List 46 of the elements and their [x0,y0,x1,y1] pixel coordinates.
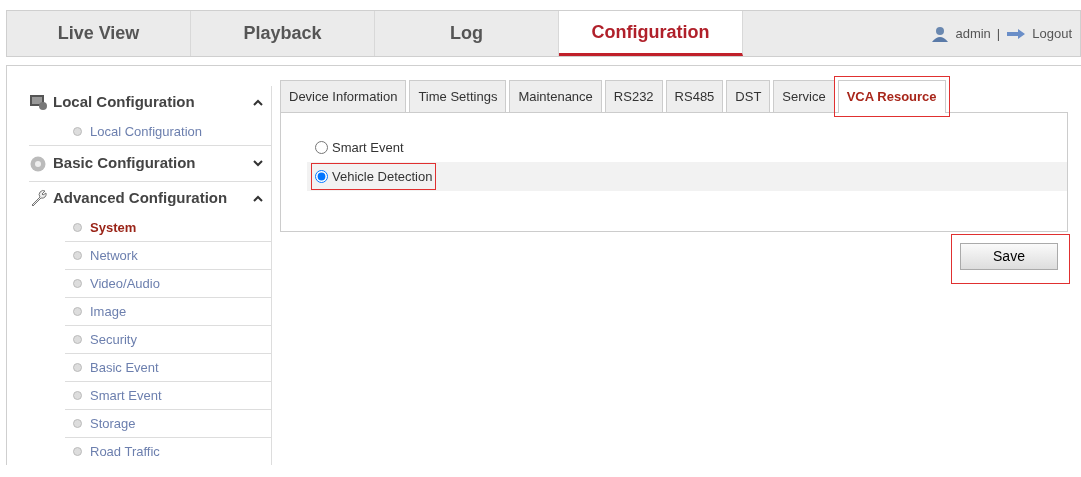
tab[interactable]: RS232 [604,80,663,112]
wrench-icon [29,189,47,207]
gear-icon [29,154,47,173]
save-button[interactable]: Save [960,243,1058,270]
bullet-icon [73,251,82,260]
tab[interactable]: Maintenance [509,80,602,112]
nav-tab[interactable]: Playback [191,11,375,56]
tab[interactable]: Device Information [280,80,407,112]
tab[interactable]: RS485 [665,80,724,112]
logout-link[interactable]: Logout [1032,23,1072,44]
group-title[interactable]: Basic Configuration [53,152,247,175]
sidebar-item[interactable]: Storage [90,413,136,434]
nav-tab[interactable]: Live View [7,11,191,56]
separator: | [996,24,1001,43]
group-title[interactable]: Local Configuration [53,90,247,114]
username: admin [955,24,991,43]
nav-tab[interactable]: Configuration [559,11,743,56]
radio-option[interactable]: Vehicle Detection [315,166,433,187]
bullet-icon [73,419,82,428]
sidebar-item[interactable]: Security [90,329,137,350]
sidebar-item[interactable]: Basic Event [90,357,159,378]
radio-button[interactable] [315,141,328,154]
bullet-icon [73,391,82,400]
bullet-icon [73,127,82,136]
tab[interactable]: Service [773,80,835,112]
sidebar-item[interactable]: Local Configuration [90,121,203,142]
radio-button[interactable] [315,170,328,183]
sidebar-item[interactable]: Network [90,245,138,266]
bullet-icon [73,335,82,344]
radio-option[interactable]: Smart Event [315,137,404,158]
bullet-icon [73,447,82,456]
group-title[interactable]: Advanced Configuration [53,186,247,210]
logout-icon [1006,27,1027,40]
sidebar-item[interactable]: System [90,217,137,238]
tab[interactable]: Time Settings [409,80,507,112]
sidebar-item[interactable]: Smart Event [90,385,162,406]
user-icon [931,25,950,42]
monitor-icon [29,93,47,111]
tab[interactable]: DST [726,80,771,112]
bullet-icon [73,223,82,232]
sidebar-item[interactable]: Video/Audio [90,273,160,294]
bullet-icon [73,307,82,316]
bullet-icon [73,279,82,288]
bullet-icon [73,363,82,372]
sidebar-item[interactable]: Image [90,301,127,322]
sidebar-item[interactable]: Road Traffic [90,441,160,462]
